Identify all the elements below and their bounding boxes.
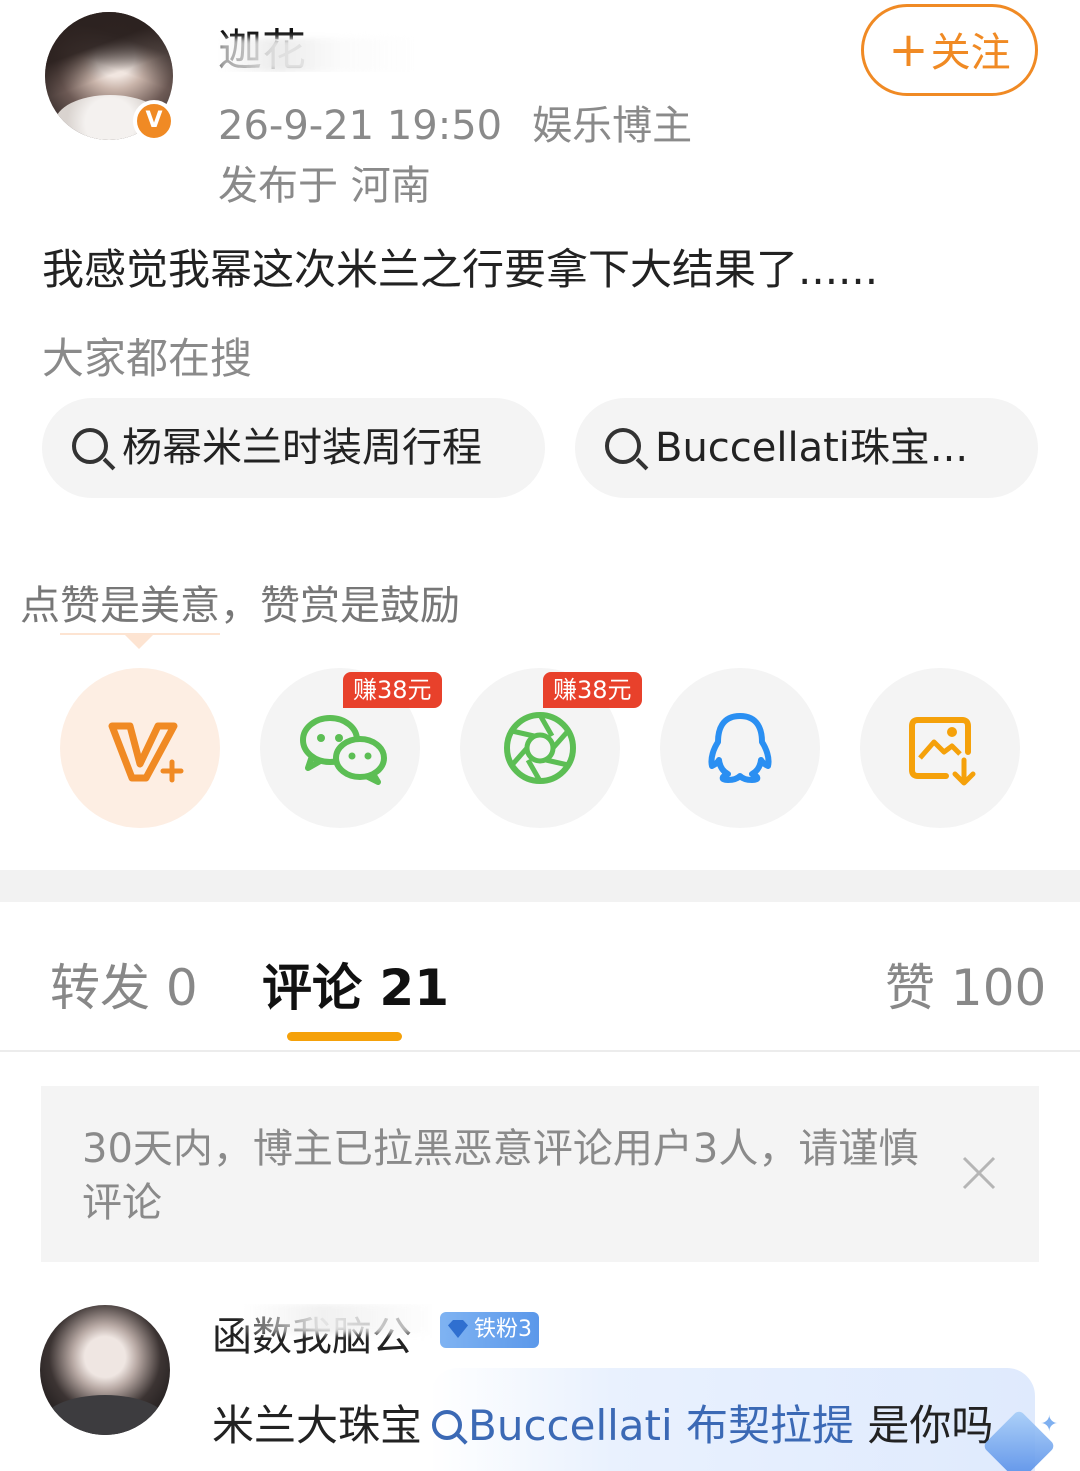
v-plus-icon	[108, 722, 184, 783]
diamond-icon	[448, 1320, 468, 1338]
post-text: 我感觉我幂这次米兰之行要拿下大结果了......	[42, 245, 879, 294]
fan-level-badge: 铁粉3	[440, 1312, 539, 1348]
active-tab-indicator	[287, 1032, 402, 1041]
post-timestamp: 26-9-21 19:50	[218, 103, 503, 149]
topic-link[interactable]: Buccellati 布契拉提	[422, 1401, 854, 1450]
section-divider	[0, 870, 1080, 902]
post-location: 发布于 河南	[218, 163, 431, 209]
commenter-avatar[interactable]	[40, 1305, 170, 1435]
notice-text: 30天内，博主已拉黑恶意评论用户3人，请谨慎评论	[82, 1126, 919, 1226]
follow-button[interactable]: +关注	[861, 4, 1038, 96]
tab-comments[interactable]: 评论 21	[262, 948, 449, 1020]
earn-badge: 赚38元	[343, 672, 442, 708]
close-icon[interactable]	[958, 1152, 1000, 1194]
sparkle-icon: ✦	[1040, 1412, 1059, 1437]
search-icon	[432, 1409, 463, 1440]
author-tag: 娱乐博主	[532, 103, 693, 149]
earn-badge: 赚38元	[543, 672, 642, 708]
tab-reposts[interactable]: 转发 0	[50, 948, 198, 1020]
search-icon	[605, 428, 641, 464]
post-meta: 26-9-21 19:50 娱乐博主	[218, 93, 692, 151]
search-chip[interactable]: 杨幂米兰时装周行程	[42, 398, 545, 498]
reward-text: 点赞是美意，赞赏是鼓励	[20, 583, 460, 629]
qq-icon	[708, 713, 772, 783]
plus-icon: +	[888, 22, 929, 78]
save-image-icon	[909, 717, 976, 786]
reward-v-plus-button[interactable]	[60, 668, 220, 828]
commenter-name[interactable]: 函数我脑公	[212, 1304, 432, 1356]
search-chip[interactable]: Buccellati珠宝...	[575, 398, 1038, 498]
share-qq-button[interactable]	[660, 668, 820, 828]
save-image-button[interactable]	[860, 668, 1020, 828]
verified-badge-icon: V	[133, 100, 175, 142]
author-name[interactable]: 迦花	[218, 14, 418, 72]
comment-text: 米兰大珠宝 Buccellati 布契拉提 是你吗	[212, 1401, 994, 1450]
search-section-title: 大家都在搜	[42, 334, 253, 383]
divider	[0, 1050, 1080, 1052]
tab-likes[interactable]: 赞 100	[885, 948, 1046, 1020]
search-icon	[72, 428, 108, 464]
tooltip-pointer	[125, 635, 153, 649]
